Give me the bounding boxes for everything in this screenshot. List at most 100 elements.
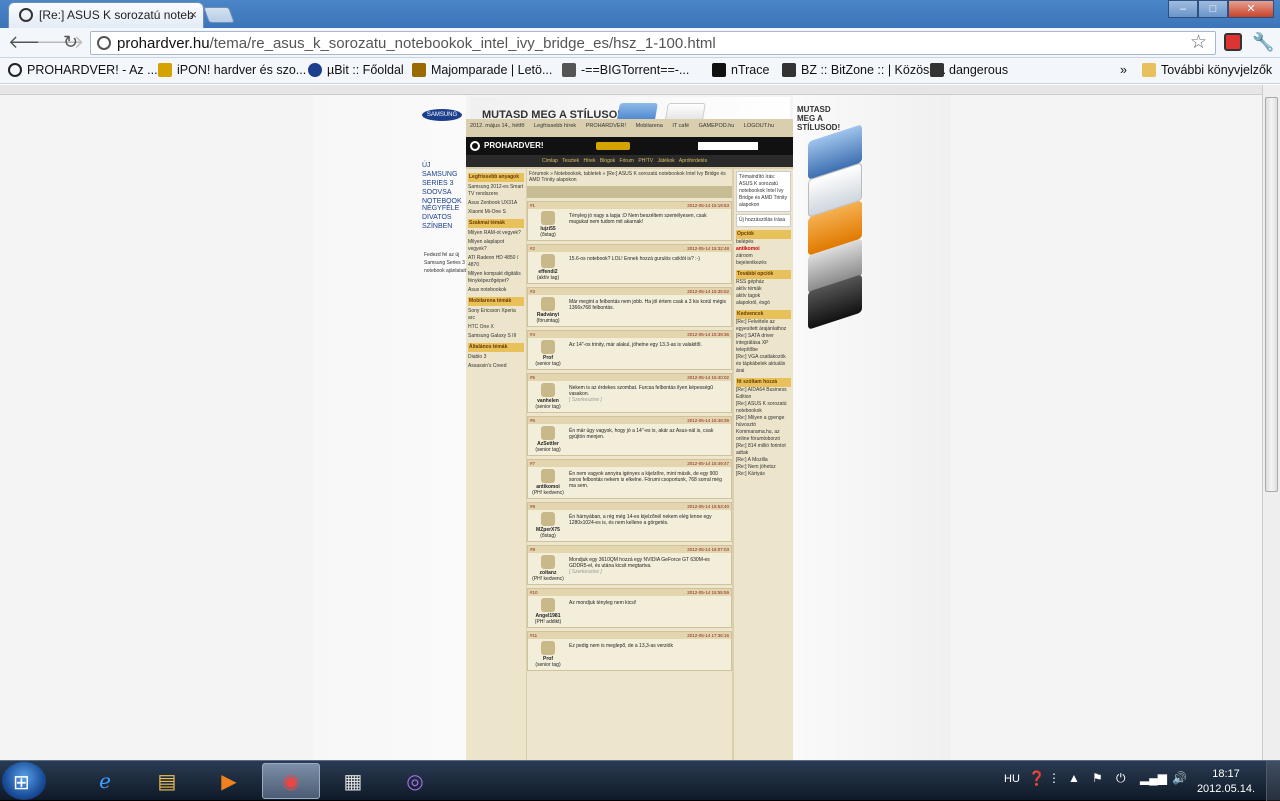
tray-options-icon[interactable]: ⋮ bbox=[1048, 771, 1060, 785]
site-brand[interactable]: PROHARDVER! bbox=[484, 141, 544, 150]
left-promo-text[interactable]: ÚJ SAMSUNG SERIES 3 SOOVSA NOTEBOOK bbox=[422, 161, 466, 206]
more-option-link[interactable]: alapokról, ésgó bbox=[736, 300, 791, 307]
menu-item[interactable]: Fórum bbox=[620, 158, 634, 164]
favorite-link[interactable]: [Re:] Felvétele az egyesített árajánlath… bbox=[736, 319, 791, 333]
new-comment-link[interactable]: Új hozzászólás írása bbox=[736, 214, 791, 227]
bookmark-item[interactable]: -==BIGTorrent==-... bbox=[562, 63, 689, 77]
header-link[interactable]: IT café bbox=[672, 123, 689, 129]
option-link[interactable]: bejelentkezés bbox=[736, 260, 791, 267]
sidebar-link[interactable]: HTC One X bbox=[468, 324, 524, 331]
topic-box[interactable]: Témaindító írás: ASUS K sorozatú noteboo… bbox=[736, 171, 791, 212]
clock[interactable]: 18:17 2012.05.14. bbox=[1196, 767, 1256, 797]
commented-link[interactable]: [Re:] 814 millió forintot adtak bbox=[736, 443, 791, 457]
reload-icon[interactable]: ↻ bbox=[63, 32, 78, 53]
commented-link[interactable]: [Re:] A Mozilla bbox=[736, 457, 791, 464]
search-input[interactable] bbox=[698, 142, 758, 150]
commented-link[interactable]: [Re:] Nem jöhetsz bbox=[736, 464, 791, 471]
sidebar-link[interactable]: Sony Ericsson Xperia arc bbox=[468, 308, 524, 322]
menu-item[interactable]: Blogok bbox=[600, 158, 615, 164]
file-explorer-icon[interactable]: ▤ bbox=[138, 763, 196, 799]
left-small-text[interactable]: Fedezd fel az új Samsung Series 3 notebo… bbox=[424, 251, 468, 275]
new-tab-button[interactable] bbox=[203, 7, 235, 23]
close-window-button[interactable]: ✕ bbox=[1228, 0, 1274, 18]
right-promo-text[interactable]: MUTASD MEG A STÍLUSOD! bbox=[797, 105, 847, 132]
sidebar-link[interactable]: Samsung 2012-es Smart TV rendszere bbox=[468, 184, 524, 198]
samsung-logo[interactable]: SAMSUNG bbox=[422, 109, 462, 121]
bookmark-item[interactable]: PROHARDVER! - Az ... bbox=[8, 63, 158, 77]
sidebar-link[interactable]: Milyen kompakt digitális fényképezőgépet… bbox=[468, 271, 524, 285]
bookmark-item[interactable]: dangerous bbox=[930, 63, 1008, 77]
header-link[interactable]: GAMEPOD.hu bbox=[699, 123, 735, 129]
left-promo-text-2[interactable]: NÉGYFÉLE DIVATOS SZÍNBEN bbox=[422, 204, 466, 231]
language-indicator[interactable]: HU bbox=[1004, 773, 1020, 785]
post-number[interactable]: #7 bbox=[530, 460, 535, 467]
bookmark-star-icon[interactable]: ☆ bbox=[1190, 31, 1207, 54]
maximize-button[interactable]: □ bbox=[1198, 0, 1228, 18]
post-number[interactable]: #4 bbox=[530, 331, 535, 338]
favorite-link[interactable]: [Re:] SATA driver integrálása XP telepít… bbox=[736, 333, 791, 354]
sidebar-link[interactable]: Xiaomi Mi-One S bbox=[468, 209, 524, 216]
menu-item[interactable]: Játékok bbox=[658, 158, 675, 164]
help-icon[interactable]: ❓ bbox=[1028, 770, 1045, 787]
header-link[interactable]: LOGOUT.hu bbox=[744, 123, 774, 129]
address-bar[interactable]: prohardver.hu/tema/re_asus_k_sorozatu_no… bbox=[90, 31, 1216, 55]
commented-link[interactable]: [Re:] AIDA64 Business Edition bbox=[736, 387, 791, 401]
commented-link[interactable]: Kommarama.hu, az online fórumtoborzó bbox=[736, 429, 791, 443]
sidebar-link[interactable]: Diablo 3 bbox=[468, 354, 524, 361]
bookmark-item[interactable]: µBit :: Főoldal bbox=[308, 63, 404, 77]
page-scrollbar[interactable] bbox=[1262, 85, 1280, 760]
favorite-link[interactable]: [Re:] VGA csatlakozók és tápkábelek aktu… bbox=[736, 354, 791, 375]
commented-link[interactable]: [Re:] Kártyás bbox=[736, 471, 791, 478]
network-folder-icon[interactable]: ▦ bbox=[324, 763, 382, 799]
avatar[interactable] bbox=[541, 211, 555, 225]
thread-controls[interactable] bbox=[527, 186, 732, 198]
bookmark-item[interactable]: nTrace bbox=[712, 63, 769, 77]
header-badge[interactable] bbox=[596, 142, 630, 150]
avatar[interactable] bbox=[541, 555, 555, 569]
post-number[interactable]: #9 bbox=[530, 546, 535, 553]
show-desktop-button[interactable] bbox=[1266, 761, 1280, 801]
bookmark-chevron-icon[interactable]: » bbox=[1120, 63, 1127, 77]
avatar[interactable] bbox=[541, 469, 555, 483]
sidebar-link[interactable]: ATI Radeon HD 4850 / 4870 bbox=[468, 255, 524, 269]
media-player-icon[interactable]: ▶ bbox=[200, 763, 258, 799]
avatar[interactable] bbox=[541, 254, 555, 268]
internet-explorer-icon[interactable]: ℯ bbox=[76, 763, 134, 799]
scrollbar-thumb[interactable] bbox=[1265, 97, 1278, 492]
show-hidden-icons-icon[interactable]: ▲ bbox=[1068, 771, 1080, 785]
avatar[interactable] bbox=[541, 426, 555, 440]
sidebar-link[interactable]: Milyen alaplapot vegyek? bbox=[468, 239, 524, 253]
menu-item[interactable]: Tesztek bbox=[562, 158, 579, 164]
tab-active[interactable]: [Re:] ASUS K sorozatú noteb × bbox=[8, 2, 204, 28]
laptops-ad-image[interactable] bbox=[808, 124, 862, 330]
post-number[interactable]: #8 bbox=[530, 503, 535, 510]
menu-item[interactable]: PH!TV bbox=[638, 158, 653, 164]
bittorrent-icon[interactable]: ◎ bbox=[386, 763, 444, 799]
avatar[interactable] bbox=[541, 340, 555, 354]
chrome-icon[interactable]: ◉ bbox=[262, 763, 320, 799]
option-link[interactable]: belépés bbox=[736, 239, 791, 246]
sidebar-link[interactable]: Asus Zenbook UX31A bbox=[468, 200, 524, 207]
menu-item[interactable]: Címlap bbox=[542, 158, 558, 164]
network-signal-icon[interactable]: ▂▄▆ bbox=[1140, 771, 1167, 785]
post-number[interactable]: #10 bbox=[530, 589, 538, 596]
post-number[interactable]: #11 bbox=[530, 632, 537, 639]
power-icon[interactable]: ⏻ bbox=[1116, 771, 1126, 786]
volume-icon[interactable]: 🔊 bbox=[1172, 771, 1187, 785]
more-option-link[interactable]: RSS gépház bbox=[736, 279, 791, 286]
avatar[interactable] bbox=[541, 598, 555, 612]
wrench-menu-icon[interactable]: 🔧 bbox=[1252, 32, 1274, 53]
avatar[interactable] bbox=[541, 641, 555, 655]
other-bookmarks[interactable]: További könyvjelzők bbox=[1142, 63, 1272, 77]
flag-icon[interactable]: ⚑ bbox=[1092, 771, 1103, 785]
header-link[interactable]: PROHARDVER! bbox=[586, 123, 626, 129]
menu-item[interactable]: Hírek bbox=[584, 158, 596, 164]
post-number[interactable]: #5 bbox=[530, 374, 535, 381]
minimize-button[interactable]: – bbox=[1168, 0, 1198, 18]
menu-item[interactable]: Apróhirdetés bbox=[679, 158, 707, 164]
commented-link[interactable]: [Re:] ASUS K sorozatú notebookok bbox=[736, 401, 791, 415]
bookmark-item[interactable]: BZ :: BitZone :: | Közöss... bbox=[782, 63, 946, 77]
breadcrumb[interactable]: Fórumok » Notebookok, tabletek » [Re:] A… bbox=[527, 169, 732, 185]
avatar[interactable] bbox=[541, 512, 555, 526]
commented-link[interactable]: [Re:] Milyen a gyenge húvosztó bbox=[736, 415, 791, 429]
